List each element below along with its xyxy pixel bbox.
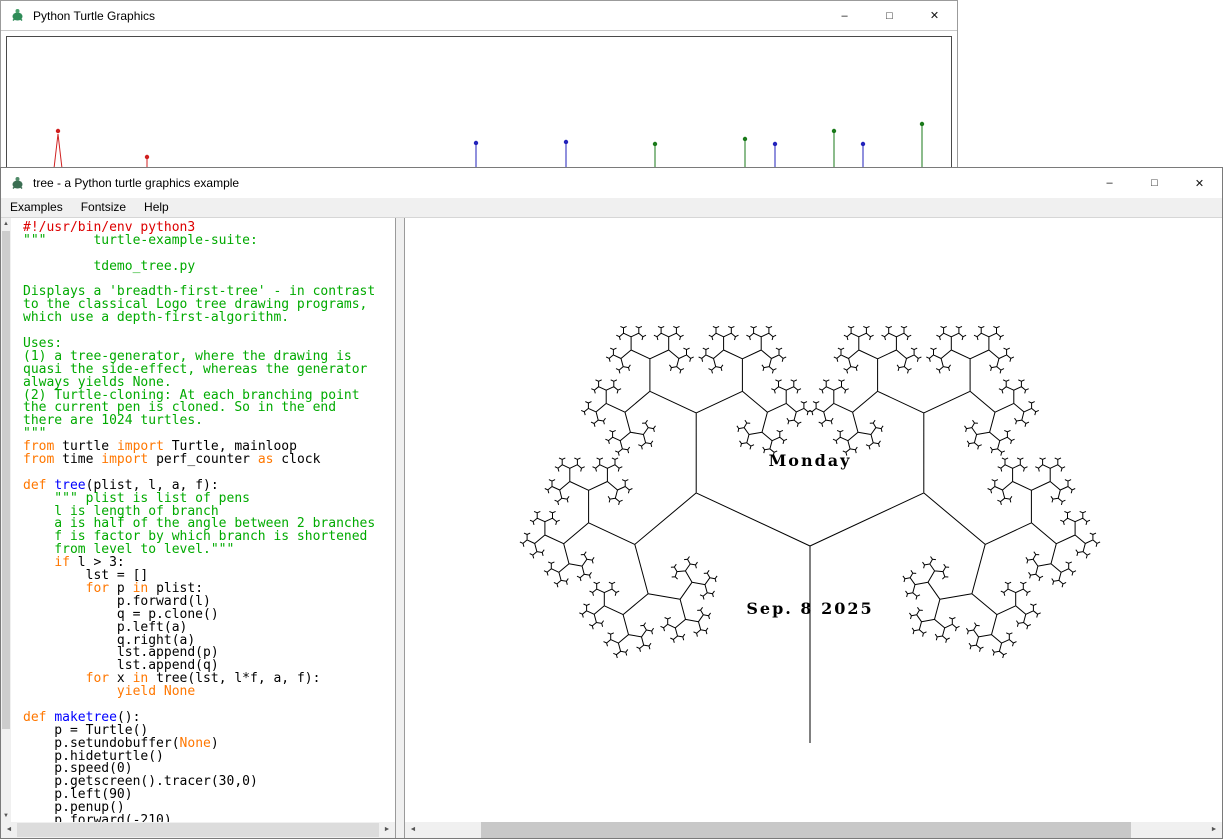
scroll-left-icon[interactable]: ◄ bbox=[1, 822, 17, 838]
front-maximize-button[interactable]: □ bbox=[1132, 168, 1177, 198]
main-content: ▲ ▼ #!/usr/bin/env python3""" turtle-exa… bbox=[1, 218, 1222, 838]
pane-divider[interactable] bbox=[395, 218, 405, 838]
turtle-canvas bbox=[6, 36, 952, 176]
menu-help[interactable]: Help bbox=[135, 198, 178, 217]
canvas-scroll-left-icon[interactable]: ◄ bbox=[405, 822, 421, 838]
tree-app-icon bbox=[10, 176, 25, 191]
front-window-title: tree - a Python turtle graphics example bbox=[33, 176, 239, 190]
svg-text:Sep. 8 2025: Sep. 8 2025 bbox=[746, 599, 873, 618]
turtle-graphics-window: Python Turtle Graphics – □ ✕ bbox=[0, 0, 958, 171]
tree-example-window: tree - a Python turtle graphics example … bbox=[0, 167, 1223, 839]
scroll-up-icon[interactable]: ▲ bbox=[1, 218, 11, 230]
code-hscroll-thumb[interactable] bbox=[17, 823, 379, 837]
back-window-controls: – □ ✕ bbox=[822, 1, 957, 30]
front-minimize-button[interactable]: – bbox=[1087, 168, 1132, 198]
canvas-hscroll-track[interactable] bbox=[421, 822, 1206, 838]
menu-examples[interactable]: Examples bbox=[1, 198, 72, 217]
back-window-title: Python Turtle Graphics bbox=[33, 9, 155, 23]
front-titlebar[interactable]: tree - a Python turtle graphics example … bbox=[1, 168, 1222, 198]
svg-text:Monday: Monday bbox=[769, 451, 852, 470]
code-viewer-main: ▲ ▼ #!/usr/bin/env python3""" turtle-exa… bbox=[1, 218, 395, 822]
canvas-hscroll-thumb[interactable] bbox=[481, 822, 1131, 838]
graphics-pane: Monday Sep. 8 2025 ◄ ► bbox=[405, 218, 1222, 838]
code-vertical-scrollbar[interactable]: ▲ ▼ bbox=[1, 218, 11, 822]
front-window-controls: – □ ✕ bbox=[1087, 168, 1222, 198]
sprouts-drawing bbox=[7, 37, 951, 176]
code-hscroll-track[interactable] bbox=[17, 822, 379, 838]
front-close-button[interactable]: ✕ bbox=[1177, 168, 1222, 198]
code-area[interactable]: #!/usr/bin/env python3""" turtle-example… bbox=[11, 218, 395, 822]
back-close-button[interactable]: ✕ bbox=[912, 1, 957, 30]
menu-fontsize[interactable]: Fontsize bbox=[72, 198, 135, 217]
code-horizontal-scrollbar[interactable]: ◄ ► bbox=[1, 822, 395, 838]
turtle-app-icon bbox=[10, 8, 25, 23]
scroll-down-icon[interactable]: ▼ bbox=[1, 810, 11, 822]
graphics-canvas: Monday Sep. 8 2025 bbox=[405, 218, 1222, 822]
back-minimize-button[interactable]: – bbox=[822, 1, 867, 30]
vertical-scroll-thumb[interactable] bbox=[2, 231, 10, 729]
menubar: Examples Fontsize Help bbox=[1, 198, 1222, 218]
canvas-horizontal-scrollbar[interactable]: ◄ ► bbox=[405, 822, 1222, 838]
back-maximize-button[interactable]: □ bbox=[867, 1, 912, 30]
fractal-tree-drawing: Monday Sep. 8 2025 bbox=[405, 218, 1222, 822]
code-viewer-pane: ▲ ▼ #!/usr/bin/env python3""" turtle-exa… bbox=[1, 218, 395, 838]
back-titlebar[interactable]: Python Turtle Graphics – □ ✕ bbox=[1, 1, 957, 31]
scroll-right-icon[interactable]: ► bbox=[379, 822, 395, 838]
canvas-scroll-right-icon[interactable]: ► bbox=[1206, 822, 1222, 838]
